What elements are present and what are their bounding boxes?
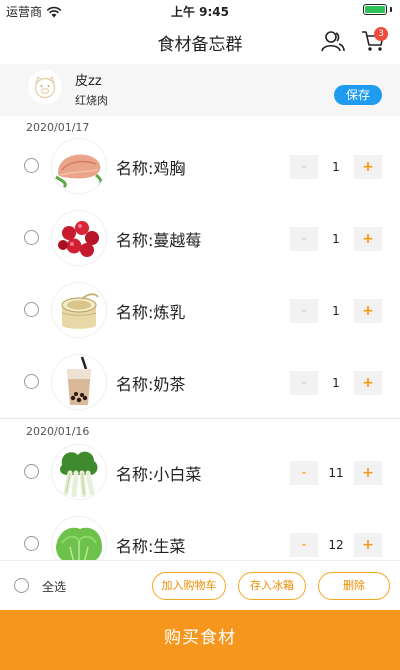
battery-fill: [365, 6, 385, 13]
group-divider: [0, 418, 400, 419]
select-all-label[interactable]: 全选: [42, 578, 66, 595]
save-button[interactable]: 保存: [334, 85, 382, 105]
list-item[interactable]: 名称:奶茶 - 1 +: [0, 346, 400, 418]
app-screen: 运营商 上午 9:45 食材备忘群 3 皮zz 红烧肉 保存 2020/01/1…: [0, 0, 400, 670]
milk-tea-image: [52, 355, 106, 409]
item-name: 名称:小白菜: [116, 465, 202, 484]
status-time: 上午 9:45: [170, 5, 230, 19]
user-icon[interactable]: [320, 28, 346, 54]
chicken-breast-image: [52, 139, 106, 193]
item-name: 名称:奶茶: [116, 375, 186, 394]
cart-badge: 3: [374, 27, 388, 41]
item-checkbox[interactable]: [24, 158, 39, 173]
quantity-stepper: - 1 +: [290, 299, 382, 323]
quantity-stepper: - 12 +: [290, 533, 382, 557]
item-checkbox[interactable]: [24, 464, 39, 479]
buy-ingredients-button[interactable]: 购买食材: [0, 610, 400, 670]
add-to-cart-button[interactable]: 加入购物车: [152, 572, 226, 600]
condensed-milk-image: [52, 283, 106, 337]
user-card: 皮zz 红烧肉 保存: [0, 64, 400, 116]
user-dish: 红烧肉: [75, 94, 108, 107]
increment-button[interactable]: +: [354, 299, 382, 323]
item-name: 名称:炼乳: [116, 303, 186, 322]
increment-button[interactable]: +: [354, 155, 382, 179]
nav-bar: 食材备忘群: [0, 22, 400, 62]
quantity-stepper: - 11 +: [290, 461, 382, 485]
item-name: 名称:蔓越莓: [116, 231, 202, 250]
store-in-fridge-button[interactable]: 存入冰箱: [238, 572, 306, 600]
quantity-stepper: - 1 +: [290, 371, 382, 395]
bok-choy-image: [52, 445, 106, 499]
status-right: [363, 4, 392, 15]
decrement-button[interactable]: -: [290, 461, 318, 485]
decrement-button[interactable]: -: [290, 155, 318, 179]
quantity-value[interactable]: 12: [318, 533, 354, 557]
increment-button[interactable]: +: [354, 227, 382, 251]
pig-avatar-icon: [28, 70, 62, 104]
item-checkbox[interactable]: [24, 536, 39, 551]
item-name: 名称:鸡胸: [116, 159, 186, 178]
item-checkbox[interactable]: [24, 374, 39, 389]
increment-button[interactable]: +: [354, 533, 382, 557]
battery-cap: [390, 7, 392, 12]
status-bar: 运营商 上午 9:45: [0, 0, 400, 20]
item-checkbox[interactable]: [24, 302, 39, 317]
list-item[interactable]: 名称:蔓越莓 - 1 +: [0, 202, 400, 274]
quantity-value[interactable]: 1: [318, 371, 354, 395]
action-bar: 全选 加入购物车 存入冰箱 删除: [0, 560, 400, 610]
item-checkbox[interactable]: [24, 230, 39, 245]
quantity-value[interactable]: 1: [318, 155, 354, 179]
select-all-checkbox[interactable]: [14, 578, 29, 593]
quantity-stepper: - 1 +: [290, 155, 382, 179]
quantity-value[interactable]: 1: [318, 299, 354, 323]
quantity-value[interactable]: 1: [318, 227, 354, 251]
delete-button[interactable]: 删除: [318, 572, 390, 600]
decrement-button[interactable]: -: [290, 371, 318, 395]
list-item[interactable]: 名称:炼乳 - 1 +: [0, 274, 400, 346]
battery-icon: [363, 4, 387, 15]
decrement-button[interactable]: -: [290, 533, 318, 557]
increment-button[interactable]: +: [354, 461, 382, 485]
increment-button[interactable]: +: [354, 371, 382, 395]
list-item[interactable]: 名称:小白菜 - 11 +: [0, 436, 400, 508]
decrement-button[interactable]: -: [290, 227, 318, 251]
item-name: 名称:生菜: [116, 537, 186, 556]
cranberry-image: [52, 211, 106, 265]
decrement-button[interactable]: -: [290, 299, 318, 323]
user-name: 皮zz: [75, 74, 102, 89]
quantity-stepper: - 1 +: [290, 227, 382, 251]
quantity-value[interactable]: 11: [318, 461, 354, 485]
list-item[interactable]: 名称:鸡胸 - 1 +: [0, 130, 400, 202]
